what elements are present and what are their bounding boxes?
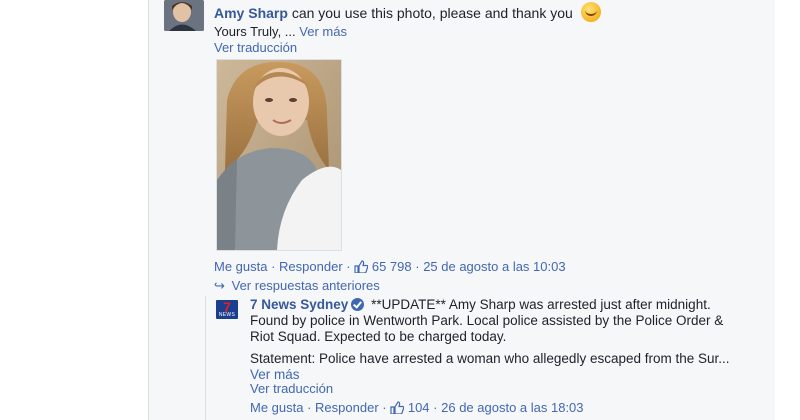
previous-replies-link[interactable]: Ver respuestas anteriores [232,278,380,293]
separator: · [378,400,391,415]
comment2-body: 7 News Sydney **UPDATE** Amy Sharp was a… [250,297,740,345]
reply-thread-line [205,296,206,420]
comment2-likes[interactable]: 104 [390,400,433,415]
separator: · [415,259,424,274]
separator: · [342,259,355,274]
comment1-timestamp[interactable]: 25 de agosto a las 10:03 [423,259,565,274]
logo-text: NEWS [218,312,236,318]
comment1-line2: Yours Truly, ... Ver más [214,24,347,39]
avatar-photo [164,0,204,31]
comment2-timestamp[interactable]: 26 de agosto a las 18:03 [441,400,583,415]
comment2-paragraph2: Statement: Police have arrested a woman … [250,351,740,383]
comment2-translate-link[interactable]: Ver traducción [250,381,333,396]
separator: · [267,259,280,274]
right-gutter [775,0,800,420]
comment1-like-link[interactable]: Me gusta [214,259,267,274]
thumbs-up-icon [390,401,405,414]
comment1-see-more-link[interactable]: Ver más [299,24,347,39]
left-gutter [0,0,148,420]
comment1-reply-link[interactable]: Responder [279,259,343,274]
thumbs-up-icon [354,260,369,273]
comment2-like-link[interactable]: Me gusta [250,400,303,415]
7news-logo-avatar[interactable]: 7 NEWS [216,300,238,319]
portrait-photo-image [217,60,341,250]
previous-replies[interactable]: ↪ Ver respuestas anteriores [214,278,380,294]
comment2-actions: Me gusta · Responder · 104 · 26 de agost… [250,400,584,415]
comment1-line: Amy Sharp can you use this photo, please… [214,2,601,22]
verified-badge-icon [351,298,365,311]
comment2-likes-count: 104 [407,400,430,415]
comment2-reply-link[interactable]: Responder [315,400,379,415]
comment1-photo[interactable] [216,59,342,251]
smiling-face-emoji-icon [580,2,601,22]
separator: · [303,400,316,415]
separator: · [433,400,442,415]
comment2-author[interactable]: 7 News Sydney [250,297,348,312]
comment1-text: can you use this photo, please and thank… [291,5,573,21]
comment2-see-more-link[interactable]: Ver más [250,367,300,382]
comment1-likes[interactable]: 65 798 [354,259,415,274]
comment1-text2: Yours Truly, ... [214,24,296,39]
comment1-likes-count: 65 798 [371,259,412,274]
comment1-translate-link[interactable]: Ver traducción [214,40,297,55]
comment1-actions: Me gusta · Responder · 65 798 · 25 de ag… [214,259,566,274]
reply-arrow-icon: ↪ [214,278,225,293]
comment1-author[interactable]: Amy Sharp [214,5,288,21]
amy-sharp-avatar[interactable] [164,0,204,31]
comment2-text2: Statement: Police have arrested a woman … [250,351,730,366]
